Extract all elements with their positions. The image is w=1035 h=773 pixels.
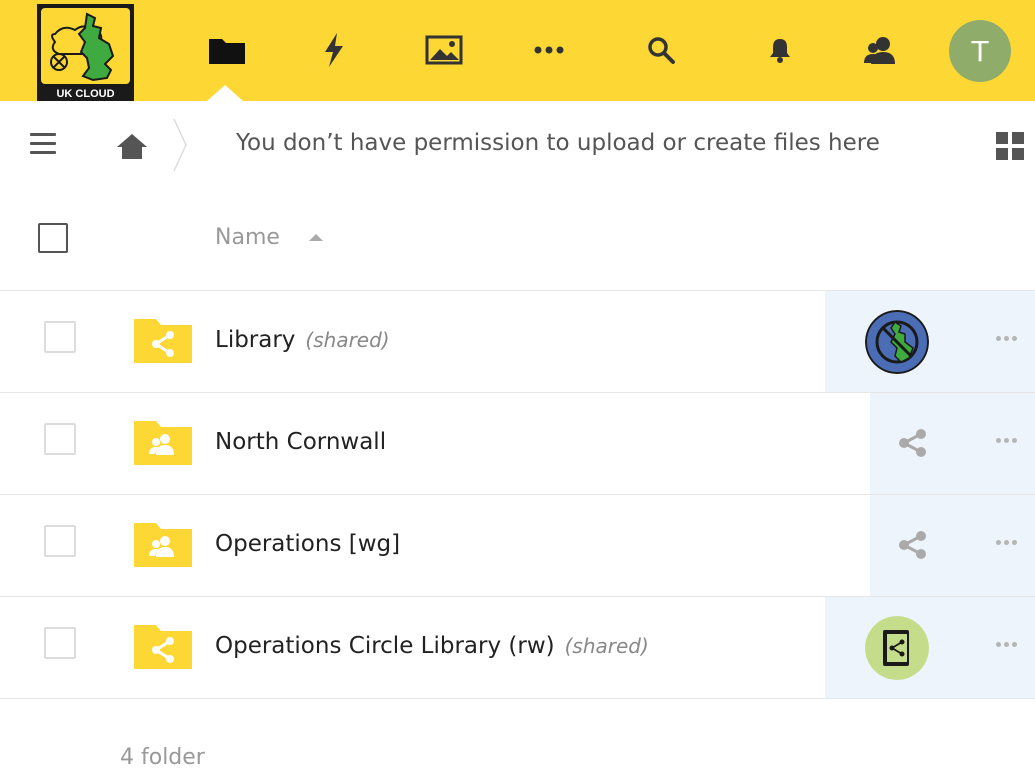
lightning-icon [325, 33, 343, 67]
menu-toggle-icon[interactable] [30, 133, 56, 155]
home-breadcrumb[interactable] [115, 132, 149, 164]
table-row[interactable]: Operations [wg] [0, 495, 1035, 597]
user-avatar[interactable]: T [949, 20, 1011, 82]
file-name[interactable]: North Cornwall [215, 429, 386, 455]
home-icon [117, 134, 147, 159]
file-name-text: Operations [wg] [215, 531, 401, 557]
row-checkbox[interactable] [44, 525, 76, 557]
search-icon [648, 37, 675, 64]
share-owner-avatar[interactable] [865, 616, 929, 680]
shared-tag: (shared) [305, 328, 390, 352]
table-row[interactable]: Operations Circle Library (rw) (shared) [0, 597, 1035, 699]
row-checkbox[interactable] [44, 627, 76, 659]
file-name-text: Library [215, 327, 296, 353]
nav-search[interactable] [641, 30, 681, 70]
more-dots-icon [534, 46, 564, 54]
uk-cloud-logo[interactable]: UK CLOUD [37, 4, 134, 101]
file-name-text: Operations Circle Library (rw) [215, 633, 555, 659]
permission-message: You don’t have permission to upload or c… [236, 130, 880, 156]
file-name[interactable]: Library (shared) [215, 327, 390, 353]
group-folder-icon [134, 421, 192, 465]
share-area [825, 597, 1035, 698]
nav-contacts[interactable] [860, 30, 900, 70]
shared-tag: (shared) [564, 634, 649, 658]
breadcrumb-separator [172, 118, 188, 176]
active-nav-indicator [207, 85, 243, 101]
share-area [825, 291, 1035, 392]
top-navigation-bar: UK CLOUD T [0, 0, 1035, 101]
nav-notifications[interactable] [760, 30, 800, 70]
file-name[interactable]: Operations [wg] [215, 531, 400, 557]
share-icon[interactable] [897, 427, 929, 459]
file-summary: 4 folder [120, 745, 205, 770]
table-row[interactable]: Library (shared) [0, 291, 1035, 393]
file-name[interactable]: Operations Circle Library (rw) (shared) [215, 633, 649, 659]
row-checkbox[interactable] [44, 423, 76, 455]
sort-ascending-icon[interactable] [309, 234, 323, 241]
grid-view-toggle-icon[interactable] [996, 132, 1024, 160]
contacts-icon [864, 37, 895, 64]
nav-files[interactable] [207, 30, 247, 70]
share-area [870, 495, 1035, 596]
image-icon [425, 35, 463, 65]
row-actions-menu-icon[interactable] [996, 438, 1017, 443]
share-owner-avatar[interactable] [865, 310, 929, 374]
row-actions-menu-icon[interactable] [996, 336, 1017, 341]
logo-text: UK CLOUD [56, 88, 114, 100]
shared-folder-icon [134, 625, 192, 669]
row-actions-menu-icon[interactable] [996, 642, 1017, 647]
folder-icon [209, 39, 245, 64]
nav-activity[interactable] [314, 30, 354, 70]
bell-icon [770, 39, 790, 63]
file-name-text: North Cornwall [215, 429, 387, 455]
name-column-header[interactable]: Name [215, 225, 280, 250]
select-all-checkbox[interactable] [38, 223, 68, 253]
group-folder-icon [134, 523, 192, 567]
shared-folder-icon [134, 319, 192, 363]
share-area [870, 393, 1035, 494]
row-actions-menu-icon[interactable] [996, 540, 1017, 545]
nav-gallery[interactable] [424, 30, 464, 70]
nav-more-apps[interactable] [529, 30, 569, 70]
table-row[interactable]: North Cornwall [0, 393, 1035, 495]
file-list-header [0, 191, 1035, 291]
row-checkbox[interactable] [44, 321, 76, 353]
share-icon[interactable] [897, 529, 929, 561]
